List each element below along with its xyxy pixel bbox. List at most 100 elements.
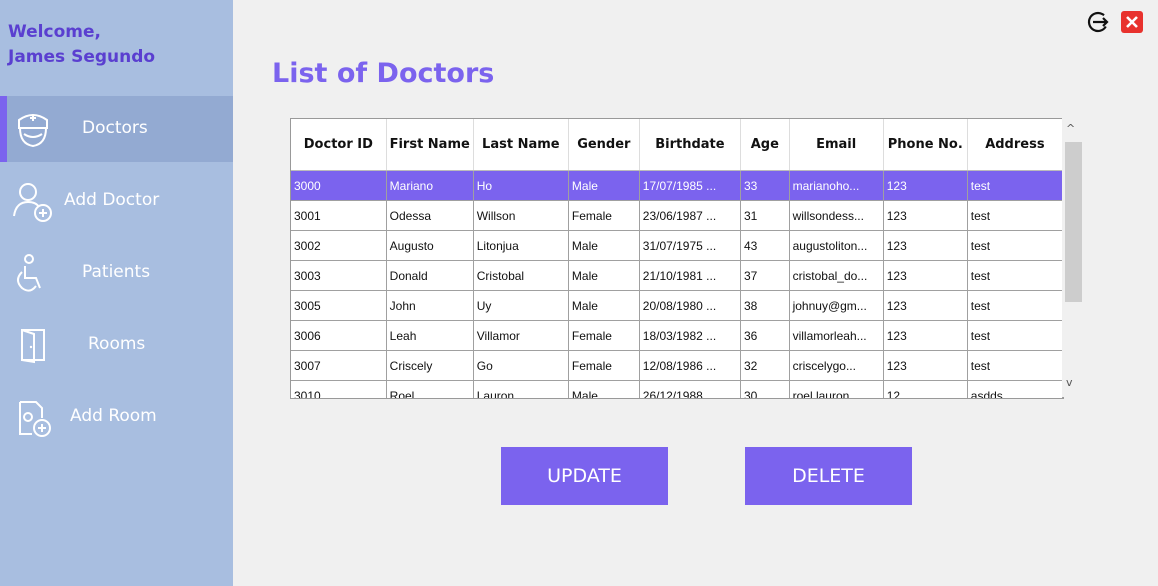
table-cell[interactable]: Mariano [386,170,474,201]
table-cell[interactable]: 123 [883,350,968,381]
table-row[interactable]: 3006 Leah Villamor Female 18/03/1982 ... 36 vi… [291,320,1063,351]
table-cell[interactable]: 123 [883,290,968,321]
table-cell[interactable]: test [967,230,1063,261]
close-icon[interactable] [1120,10,1144,34]
table-cell[interactable]: augustoliton... [789,230,884,261]
update-button[interactable]: UPDATE [501,447,668,505]
table-cell[interactable]: 17/07/1985 ... [639,170,742,201]
table-cell[interactable]: test [967,320,1063,351]
table-cell[interactable]: Ho [473,170,569,201]
table-cell[interactable]: 26/12/1988 ... [639,380,742,398]
table-row[interactable]: 3007 Criscely Go Female 12/08/1986 ... 32 cris… [291,350,1063,381]
table-cell[interactable]: willsondess... [789,200,884,231]
table-cell[interactable]: marianoho... [789,170,884,201]
table-cell[interactable]: 3005 [291,290,387,321]
column-header[interactable]: Email [789,119,884,171]
table-cell[interactable]: Roel [386,380,474,398]
column-header[interactable]: Age [740,119,790,171]
table-cell[interactable]: 12/08/1986 ... [639,350,742,381]
table-scrollbar[interactable]: ^ v [1062,118,1082,397]
table-cell[interactable]: cristobal_do... [789,260,884,291]
table-cell[interactable]: 38 [740,290,790,321]
table-cell[interactable]: Male [568,290,640,321]
column-header[interactable]: Phone No. [883,119,968,171]
table-row[interactable]: 3001 Odessa Willson Female 23/06/1987 ... 31 w… [291,200,1063,231]
column-header[interactable]: First Name [386,119,474,171]
scroll-thumb[interactable] [1065,142,1082,302]
table-cell[interactable]: 12 [883,380,968,398]
logout-icon[interactable] [1086,10,1110,34]
sidebar-item-rooms[interactable]: Rooms [0,312,233,378]
table-cell[interactable]: 33 [740,170,790,201]
table-cell[interactable]: 3001 [291,200,387,231]
table-cell[interactable]: 3002 [291,230,387,261]
scroll-up-icon[interactable]: ^ [1066,122,1075,135]
table-cell[interactable]: 123 [883,320,968,351]
table-cell[interactable]: Cristobal [473,260,569,291]
table-cell[interactable]: 123 [883,230,968,261]
table-cell[interactable]: 20/08/1980 ... [639,290,742,321]
table-cell[interactable]: Male [568,230,640,261]
table-cell[interactable]: test [967,170,1063,201]
table-cell[interactable]: 123 [883,170,968,201]
table-cell[interactable]: 30 [740,380,790,398]
table-cell[interactable]: Female [568,320,640,351]
table-cell[interactable]: 3003 [291,260,387,291]
table-row[interactable]: 3010 Roel Lauron Male 26/12/1988 ... 30 roel.l… [291,380,1063,398]
table-cell[interactable]: Donald [386,260,474,291]
table-cell[interactable]: 3007 [291,350,387,381]
table-cell[interactable]: test [967,260,1063,291]
table-cell[interactable]: johnuy@gm... [789,290,884,321]
column-header[interactable]: Gender [568,119,640,171]
column-header[interactable]: Last Name [473,119,569,171]
table-cell[interactable]: Male [568,380,640,398]
sidebar-item-add-doctor[interactable]: Add Doctor [0,168,233,234]
table-cell[interactable]: 3006 [291,320,387,351]
table-cell[interactable]: 123 [883,260,968,291]
column-header[interactable]: Doctor ID [291,119,387,171]
table-cell[interactable]: 3010 [291,380,387,398]
table-cell[interactable]: 43 [740,230,790,261]
table-cell[interactable]: Willson [473,200,569,231]
table-cell[interactable]: Lauron [473,380,569,398]
doctors-table[interactable]: Doctor ID First Name Last Name Gender Birthd… [290,118,1064,399]
scroll-down-icon[interactable]: v [1066,376,1073,389]
table-cell[interactable]: 18/03/1982 ... [639,320,742,351]
table-cell[interactable]: John [386,290,474,321]
table-cell[interactable]: 31 [740,200,790,231]
table-cell[interactable]: Male [568,170,640,201]
table-cell[interactable]: 21/10/1981 ... [639,260,742,291]
sidebar-item-doctors[interactable]: Doctors [0,96,233,162]
table-cell[interactable]: test [967,350,1063,381]
sidebar-item-patients[interactable]: Patients [0,240,233,306]
table-cell[interactable]: Uy [473,290,569,321]
table-cell[interactable]: Go [473,350,569,381]
table-row[interactable]: 3003 Donald Cristobal Male 21/10/1981 ... 37 c… [291,260,1063,291]
table-cell[interactable]: villamorleah... [789,320,884,351]
table-row[interactable]: 3005 John Uy Male 20/08/1980 ... 38 johnuy@gm.… [291,290,1063,321]
table-cell[interactable]: 123 [883,200,968,231]
table-cell[interactable]: test [967,290,1063,321]
sidebar-item-add-room[interactable]: Add Room [0,384,233,450]
table-cell[interactable]: criscelygo... [789,350,884,381]
table-cell[interactable]: roel.lauron... [789,380,884,398]
table-cell[interactable]: Female [568,200,640,231]
table-cell[interactable]: Villamor [473,320,569,351]
table-cell[interactable]: Augusto [386,230,474,261]
table-cell[interactable]: 37 [740,260,790,291]
table-cell[interactable]: Odessa [386,200,474,231]
table-row[interactable]: 3002 Augusto Litonjua Male 31/07/1975 ... 43 a… [291,230,1063,261]
column-header[interactable]: Address [967,119,1063,171]
table-cell[interactable]: Litonjua [473,230,569,261]
table-cell[interactable]: Criscely [386,350,474,381]
table-cell[interactable]: asdds [967,380,1063,398]
table-row[interactable]: 3000 Mariano Ho Male 17/07/1985 ... 33 mariano… [291,170,1063,201]
table-cell[interactable]: 31/07/1975 ... [639,230,742,261]
table-cell[interactable]: 32 [740,350,790,381]
table-cell[interactable]: 36 [740,320,790,351]
table-cell[interactable]: 3000 [291,170,387,201]
table-cell[interactable]: test [967,200,1063,231]
table-cell[interactable]: Leah [386,320,474,351]
delete-button[interactable]: DELETE [745,447,912,505]
table-cell[interactable]: Male [568,260,640,291]
